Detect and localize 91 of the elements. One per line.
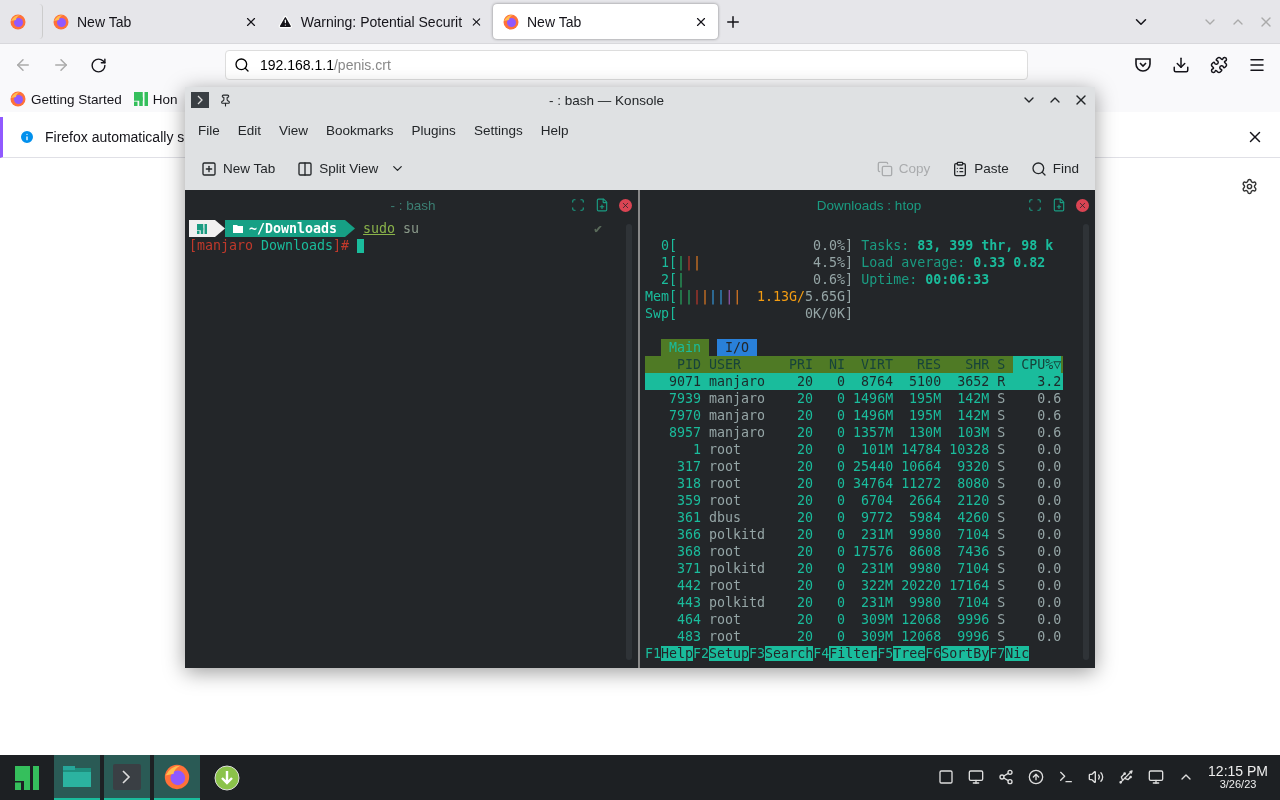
network-icon: [1148, 769, 1165, 786]
new-file-icon[interactable]: [1052, 198, 1066, 212]
process-row[interactable]: 7939 manjaro 20 0 1496M 195M 142M S 0.6: [645, 390, 1063, 407]
reload-icon[interactable]: [90, 56, 107, 74]
volume-icon: [1088, 769, 1105, 786]
download-icon: [214, 764, 240, 791]
folder-icon: [62, 764, 92, 789]
window-title: - : bash — Konsole: [548, 92, 665, 108]
process-row[interactable]: 442 root 20 0 322M 20220 17164 S 0.0: [645, 577, 1063, 594]
htop-tab[interactable]: I/O: [717, 339, 758, 356]
menu-item[interactable]: File: [189, 122, 229, 138]
toolbar-button[interactable]: New Tab: [197, 156, 280, 181]
manjaro-icon: [197, 223, 207, 234]
new-file-icon[interactable]: [595, 198, 609, 212]
firefox-icon: [164, 763, 190, 790]
pane-title: Downloads : htop: [815, 196, 923, 214]
process-row[interactable]: 464 root 20 0 309M 12068 9996 S 0.0: [645, 611, 1063, 628]
process-row[interactable]: 8957 manjaro 20 0 1357M 130M 103M S 0.6: [645, 424, 1063, 441]
address-field[interactable]: 192.168.1.1/penis.crt: [225, 50, 1028, 80]
manjaro-icon: [15, 765, 39, 790]
url-text: 192.168.1.1/penis.crt: [260, 57, 391, 73]
menu-item[interactable]: Settings: [464, 122, 532, 138]
meter: Swp[ 0K/0K]: [645, 305, 854, 322]
firefox-icon: [10, 91, 26, 107]
pane-title: - : bash: [389, 196, 437, 214]
meter: 2[| 0.6%]: [660, 271, 854, 288]
split-view-icon: [297, 160, 314, 177]
share-icon: [998, 769, 1015, 786]
copy-icon: [876, 160, 893, 177]
search-icon: [1030, 160, 1047, 177]
process-row[interactable]: 371 polkitd 20 0 231M 9980 7104 S 0.0: [645, 560, 1063, 577]
pocket-icon[interactable]: [1134, 56, 1152, 74]
process-row[interactable]: 9071 manjaro 20 0 8764 5100 3652 R 3.2: [645, 373, 1063, 390]
terminal-icon: [191, 92, 209, 108]
browser-tab[interactable]: New Tab: [43, 4, 268, 39]
toolbar-button[interactable]: Paste: [948, 156, 1013, 181]
stat-text: Tasks: 83, 399 thr, 98 k: [860, 237, 1054, 254]
notification-text: Firefox automatically s: [45, 129, 185, 145]
menu-item[interactable]: Edit: [228, 122, 271, 138]
browser-tab[interactable]: New Tab: [493, 4, 718, 39]
process-row[interactable]: 443 polkitd 20 0 231M 9980 7104 S 0.0: [645, 594, 1063, 611]
menu-item[interactable]: Bookmarks: [317, 122, 403, 138]
bookmark-item[interactable]: Getting Started: [10, 91, 122, 107]
menu-item[interactable]: View: [270, 122, 318, 138]
process-row[interactable]: 1 root 20 0 101M 14784 10328 S 0.0: [645, 441, 1063, 458]
process-row[interactable]: 318 root 20 0 34764 11272 8080 S 0.0: [645, 475, 1063, 492]
bookmark-item[interactable]: Hon: [133, 91, 178, 107]
download-icon[interactable]: [1172, 56, 1190, 74]
menu-item[interactable]: Help: [531, 122, 578, 138]
process-row[interactable]: 483 root 20 0 309M 12068 9996 S 0.0: [645, 628, 1063, 645]
search-icon: [234, 57, 250, 73]
process-row[interactable]: 361 dbus 20 0 9772 5984 4260 S 0.0: [645, 509, 1063, 526]
settings-icon[interactable]: [1241, 178, 1258, 195]
clock[interactable]: 12:15 PM 3/26/23: [1208, 764, 1268, 791]
stat-text: Load average: 0.33 0.82: [860, 254, 1046, 271]
firefox-icon: [53, 13, 69, 30]
meter: 0[ 0.0%]: [660, 237, 854, 254]
firefox-icon: [10, 13, 26, 30]
folder-icon: [233, 224, 243, 233]
process-row[interactable]: 368 root 20 0 17576 8608 7436 S 0.0: [645, 543, 1063, 560]
meter: 1[||| 4.5%]: [660, 254, 854, 271]
window-icon: [938, 769, 955, 786]
new-tab-icon: [201, 160, 217, 177]
prompt-text: [manjaro Downloads]#: [189, 237, 350, 254]
monitor-icon: [968, 769, 985, 786]
toolbar-button[interactable]: Split View: [293, 156, 410, 181]
command-text: sudo: [363, 220, 396, 237]
manjaro-icon: [133, 92, 148, 106]
process-row[interactable]: 317 root 20 0 25440 10664 9320 S 0.0: [645, 458, 1063, 475]
toolbar-button[interactable]: Find: [1026, 156, 1083, 181]
pin-icon[interactable]: [219, 93, 232, 107]
terminal-icon: [113, 763, 141, 790]
puzzle-icon[interactable]: [1210, 56, 1228, 74]
menu-item[interactable]: Plugins: [402, 122, 465, 138]
update-icon: [1028, 769, 1045, 786]
meter: Mem[|||||||| 1.13G/5.65G]: [645, 288, 854, 305]
clipboard-icon: [952, 160, 969, 177]
status-mark: ✔: [594, 220, 602, 237]
usb-icon: [1118, 769, 1135, 786]
prompt-path: ~/Downloads: [249, 220, 338, 237]
browser-tab[interactable]: Warning: Potential Securit: [268, 4, 493, 39]
warning-icon: [278, 13, 293, 30]
stat-text: Uptime: 00:06:33: [860, 271, 990, 288]
process-row[interactable]: 7970 manjaro 20 0 1496M 195M 142M S 0.6: [645, 407, 1063, 424]
argument-text: su: [403, 220, 420, 237]
menu-icon[interactable]: [1248, 56, 1266, 74]
process-row[interactable]: 366 polkitd 20 0 231M 9980 7104 S 0.0: [645, 526, 1063, 543]
process-row[interactable]: 359 root 20 0 6704 2664 2120 S 0.0: [645, 492, 1063, 509]
firefox-icon: [503, 13, 519, 30]
cursor: [357, 238, 365, 253]
info-icon: [19, 129, 35, 145]
